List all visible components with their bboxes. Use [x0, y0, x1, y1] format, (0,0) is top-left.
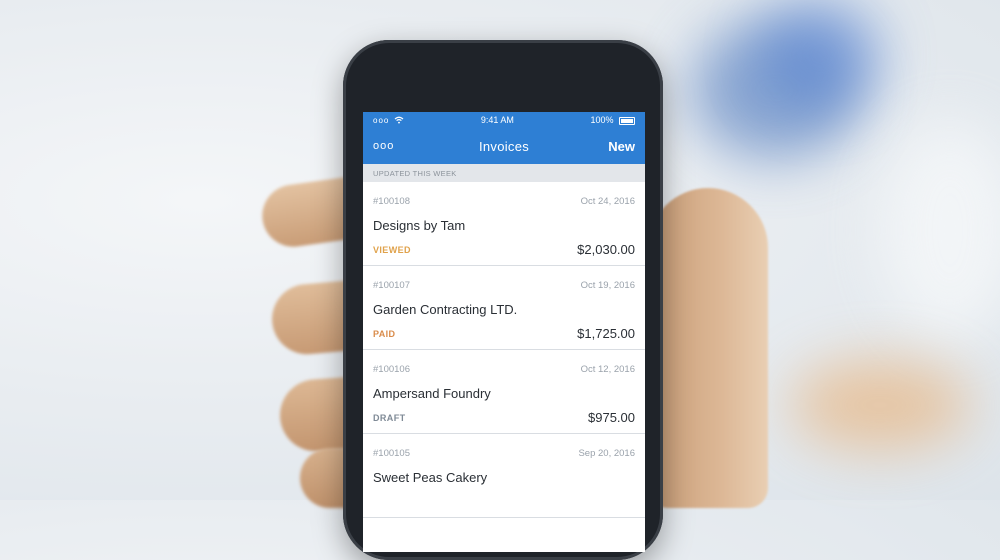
invoice-row[interactable]: #100108 Oct 24, 2016 Designs by Tam VIEWED $… — [363, 182, 645, 266]
battery-percent: 100% — [590, 115, 614, 125]
status-left: ooo — [373, 116, 404, 125]
invoice-date: Oct 24, 2016 — [580, 196, 635, 207]
battery-icon — [619, 116, 635, 125]
invoice-row[interactable]: #100107 Oct 19, 2016 Garden Contracting LT… — [363, 266, 645, 350]
phone-device: ooo 9:41 AM 100% ooo Invoices New UPDATE… — [343, 40, 663, 560]
invoice-number: #100105 — [373, 448, 410, 459]
phone-screen: ooo 9:41 AM 100% ooo Invoices New UPDATE… — [363, 112, 645, 552]
invoice-date: Sep 20, 2016 — [578, 448, 635, 459]
invoice-number: #100108 — [373, 196, 410, 207]
hand-thumb — [648, 188, 768, 508]
status-time: 9:41 AM — [480, 115, 514, 125]
invoice-number: #100107 — [373, 280, 410, 291]
invoice-date: Oct 19, 2016 — [580, 280, 635, 291]
background-blur-light — [880, 120, 1000, 340]
invoice-client-name: Designs by Tam — [373, 218, 466, 233]
navigation-bar: ooo Invoices New — [363, 128, 645, 164]
invoice-date: Oct 12, 2016 — [580, 364, 635, 375]
invoice-status-badge: VIEWED — [373, 245, 411, 255]
invoice-row[interactable]: #100105 Sep 20, 2016 Sweet Peas Cakery — [363, 434, 645, 518]
more-menu-icon[interactable]: ooo — [373, 140, 394, 152]
invoice-client-name: Sweet Peas Cakery — [373, 470, 488, 485]
invoice-status-badge: DRAFT — [373, 413, 406, 423]
invoice-list: #100108 Oct 24, 2016 Designs by Tam VIEWED $… — [363, 182, 645, 518]
wifi-icon — [394, 116, 404, 124]
invoice-status-badge: PAID — [373, 329, 396, 339]
new-invoice-button[interactable]: New — [608, 139, 635, 154]
signal-icon: ooo — [373, 115, 390, 125]
background-blur-orange — [790, 360, 970, 450]
invoice-amount: $1,725.00 — [577, 326, 635, 341]
invoice-amount: $975.00 — [588, 410, 635, 425]
invoice-amount: $2,030.00 — [577, 242, 635, 257]
invoice-row[interactable]: #100106 Oct 12, 2016 Ampersand Foundry DRAF… — [363, 350, 645, 434]
invoice-number: #100106 — [373, 364, 410, 375]
invoice-client-name: Garden Contracting LTD. — [373, 302, 518, 317]
battery-indicator: 100% — [590, 115, 635, 125]
invoice-client-name: Ampersand Foundry — [373, 386, 491, 401]
background-blur-blue-2 — [760, 0, 880, 110]
status-bar: ooo 9:41 AM 100% — [363, 112, 645, 128]
section-header: UPDATED THIS WEEK — [363, 164, 645, 182]
page-title: Invoices — [478, 138, 530, 154]
